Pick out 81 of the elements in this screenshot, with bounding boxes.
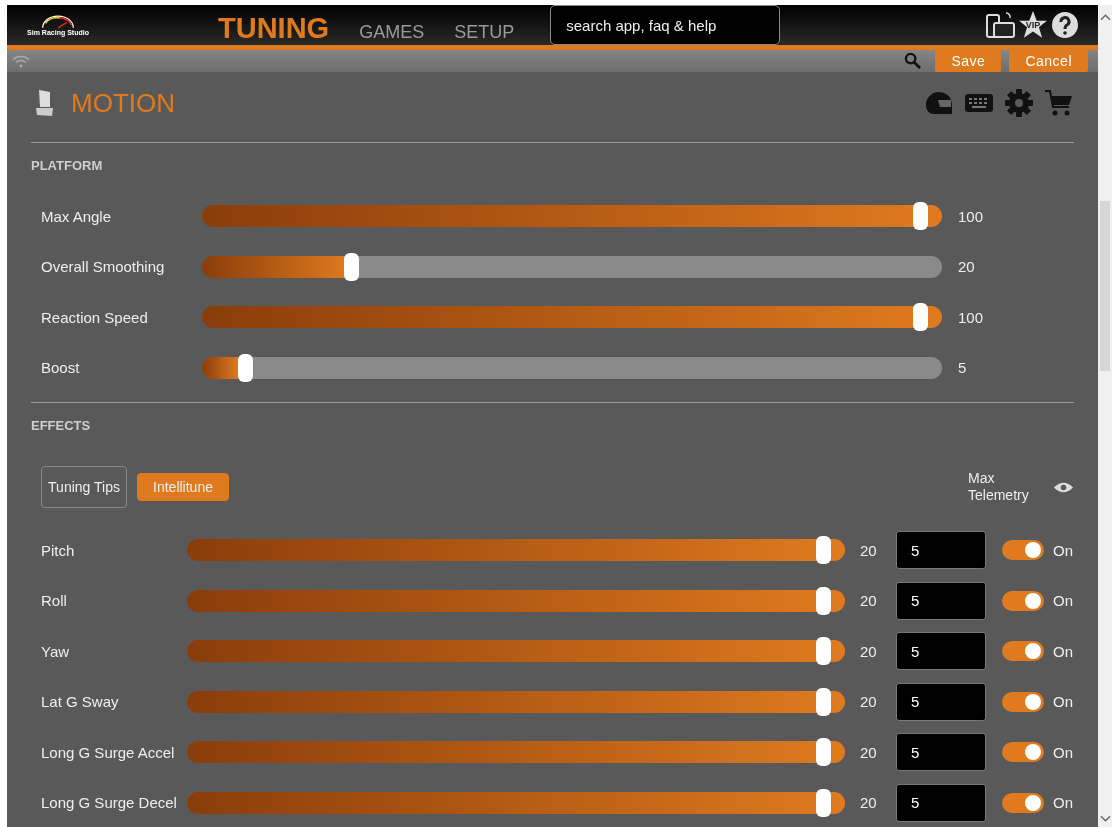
slider-label: Overall Smoothing [41,258,166,276]
cart-icon[interactable] [1044,89,1074,117]
slider-track[interactable] [202,255,942,278]
effect-label: Pitch [41,541,76,559]
effect-label: Long G Surge Accel [41,743,176,761]
slider-value: 5 [958,359,967,377]
slider-label: Boost [41,359,81,377]
slider-value: 20 [860,642,878,660]
toggle-switch[interactable] [1002,540,1044,561]
slider-value: 20 [860,794,878,812]
slider-track[interactable] [187,589,845,612]
scrollbar[interactable] [1098,5,1112,827]
slider-track[interactable] [187,791,845,814]
value-field[interactable]: 5 [896,733,986,772]
devices-icon[interactable] [986,11,1016,39]
slider-track[interactable] [187,640,845,663]
value-field[interactable]: 5 [896,682,986,721]
toggle-label: On [1053,642,1073,660]
value-field[interactable]: 5 [896,581,986,620]
slider-track[interactable] [187,741,845,764]
slider-thumb[interactable] [816,788,831,817]
effect-label: Long G Surge Decel [41,794,178,812]
max-telemetry-label: Max Telemetry [968,470,1030,504]
toggle-label: On [1053,592,1073,610]
settings-icon[interactable] [1004,89,1034,117]
slider-thumb[interactable] [816,637,831,666]
value-field[interactable]: 5 [896,632,986,671]
helmet-icon[interactable] [924,89,954,117]
slider-thumb[interactable] [816,586,831,615]
gauge-logo-icon [40,14,76,29]
search-field[interactable]: search app, faq & help [550,5,781,45]
slider-label: Max Angle [41,207,113,225]
search-icon[interactable] [904,52,922,69]
slider-value: 100 [958,207,984,225]
slider-track[interactable] [202,205,942,228]
slider-value: 20 [860,693,878,711]
toggle-label: On [1053,541,1073,559]
toggle-label: On [1053,693,1073,711]
slider-thumb[interactable] [913,303,928,332]
help-icon[interactable] [1050,11,1080,39]
toggle-label: On [1053,794,1073,812]
toggle-switch[interactable] [1002,590,1044,611]
toggle-label: On [1053,743,1073,761]
section-heading: PLATFORM [31,157,104,175]
slider-track[interactable] [187,690,845,713]
wifi-icon [12,54,30,68]
slider-value: 20 [860,743,878,761]
toggle-switch[interactable] [1002,641,1044,662]
slider-label: Reaction Speed [41,308,149,326]
slider-thumb[interactable] [913,202,928,231]
page-title: MOTION [71,87,175,119]
slider-thumb[interactable] [816,536,831,565]
section-heading: EFFECTS [31,417,92,435]
slider-thumb[interactable] [237,353,253,382]
value-field[interactable]: 5 [896,783,986,822]
nav-tab[interactable]: TUNING [218,11,330,45]
slider-track[interactable] [202,356,942,379]
effect-label: Lat G Sway [41,693,120,711]
value-field[interactable]: 5 [896,531,986,570]
slider-value: 20 [860,592,878,610]
nav-tab[interactable]: GAMES [359,21,425,43]
slider-value: 100 [958,308,984,326]
nav-tab[interactable]: SETUP [454,21,515,43]
slider-track[interactable] [187,539,845,562]
slider-track[interactable] [202,306,942,329]
actuator-icon [35,89,55,117]
effect-label: Yaw [41,642,71,660]
effect-label: Roll [41,592,68,610]
toggle-switch[interactable] [1002,742,1044,763]
toggle-switch[interactable] [1002,691,1044,712]
mode-button[interactable]: Tuning Tips [41,466,127,508]
slider-thumb[interactable] [816,687,831,716]
scrollbar-thumb[interactable] [1100,201,1110,371]
slider-value: 20 [860,541,878,559]
vip-label: VIP [1024,20,1042,30]
slider-thumb[interactable] [344,252,360,281]
toggle-switch[interactable] [1002,792,1044,813]
slider-thumb[interactable] [816,738,831,767]
eye-icon[interactable] [1053,480,1074,494]
slider-value: 20 [958,258,975,276]
star-icon[interactable] [1018,10,1048,40]
